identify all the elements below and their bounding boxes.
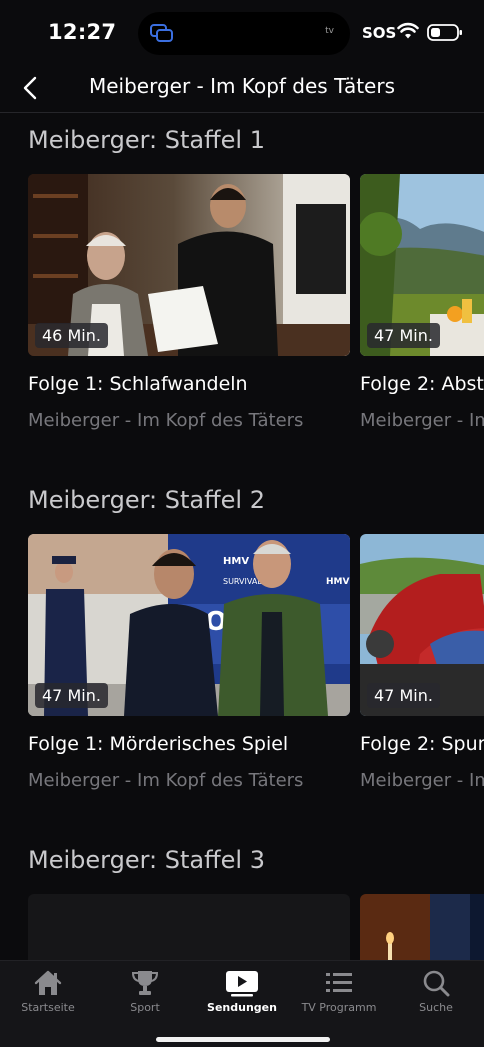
season-title: Meiberger: Staffel 3	[28, 846, 265, 874]
tab-label: Suche	[419, 1001, 453, 1014]
home-icon	[34, 970, 62, 995]
episode-title: Folge 1: Mörderisches Spiel	[28, 733, 289, 755]
search-icon	[423, 970, 450, 997]
status-time: 12:27	[48, 20, 117, 44]
episode-title: Folge 2: Spur	[360, 733, 484, 755]
tab-label: TV Programm	[301, 1001, 377, 1014]
home-indicator[interactable]	[156, 1037, 330, 1042]
tab-label: Startseite	[21, 1001, 75, 1014]
van-lettering: HMV	[223, 556, 249, 567]
van-lettering: HMV	[326, 577, 349, 587]
status-bar: 12:27 tv SOS	[0, 0, 484, 64]
play-icon	[226, 971, 258, 997]
van-lettering: SURVIVAL	[223, 577, 262, 586]
screen: 12:27 tv SOS Meiberger - Im Kopf des Tät…	[0, 0, 484, 1047]
season-section-2: Meiberger: Staffel 2 POLI HMV SURVIVAL H…	[0, 486, 484, 806]
episode-show-name: Meiberger - Im Kopf des Täters	[360, 410, 484, 431]
appletv-label: tv	[325, 26, 334, 36]
battery-icon	[427, 24, 462, 41]
tab-bar: Startseite Sport Sendungen TV Programm S…	[0, 960, 484, 1047]
duration-badge: 47 Min.	[367, 683, 440, 708]
tab-suche[interactable]: Suche	[388, 969, 484, 1014]
season-section-3: Meiberger: Staffel 3	[0, 846, 484, 974]
episode-thumbnail: 46 Min.	[28, 174, 350, 356]
duration-badge: 47 Min.	[35, 683, 108, 708]
tab-sendungen[interactable]: Sendungen	[194, 969, 290, 1014]
season-section-1: Meiberger: Staffel 1 46 Min. Folge 1: Sc…	[0, 126, 484, 446]
episode-thumbnail: 47 Min.	[360, 174, 484, 356]
tab-sport[interactable]: Sport	[97, 969, 193, 1014]
page-title: Meiberger - Im Kopf des Täters	[88, 74, 396, 98]
tab-startseite[interactable]: Startseite	[0, 969, 96, 1014]
season-title: Meiberger: Staffel 2	[28, 486, 265, 514]
episode-show-name: Meiberger - Im Kopf des Täters	[28, 410, 304, 431]
episode-title: Folge 1: Schlafwandeln	[28, 373, 248, 395]
episode-thumbnail: 47 Min.	[360, 534, 484, 716]
nav-bar: Meiberger - Im Kopf des Täters	[0, 64, 484, 113]
episode-show-name: Meiberger - Im Kopf des Täters	[28, 770, 304, 791]
tab-tv-programm[interactable]: TV Programm	[291, 969, 387, 1014]
episode-thumbnail: POLI HMV SURVIVAL HMV 47 Min.	[28, 534, 350, 716]
tab-label: Sport	[130, 1001, 160, 1014]
season-title: Meiberger: Staffel 1	[28, 126, 265, 154]
wifi-icon	[397, 22, 419, 39]
tab-label: Sendungen	[207, 1001, 277, 1014]
duration-badge: 46 Min.	[35, 323, 108, 348]
duration-badge: 47 Min.	[367, 323, 440, 348]
screen-mirror-icon	[150, 24, 173, 42]
list-icon	[326, 973, 352, 992]
episode-title: Folge 2: Abst	[360, 373, 484, 395]
episode-show-name: Meiberger - Im Kopf des Täters	[360, 770, 484, 791]
dynamic-island: tv	[138, 12, 350, 55]
sos-indicator: SOS	[362, 24, 397, 42]
trophy-icon	[131, 971, 159, 995]
